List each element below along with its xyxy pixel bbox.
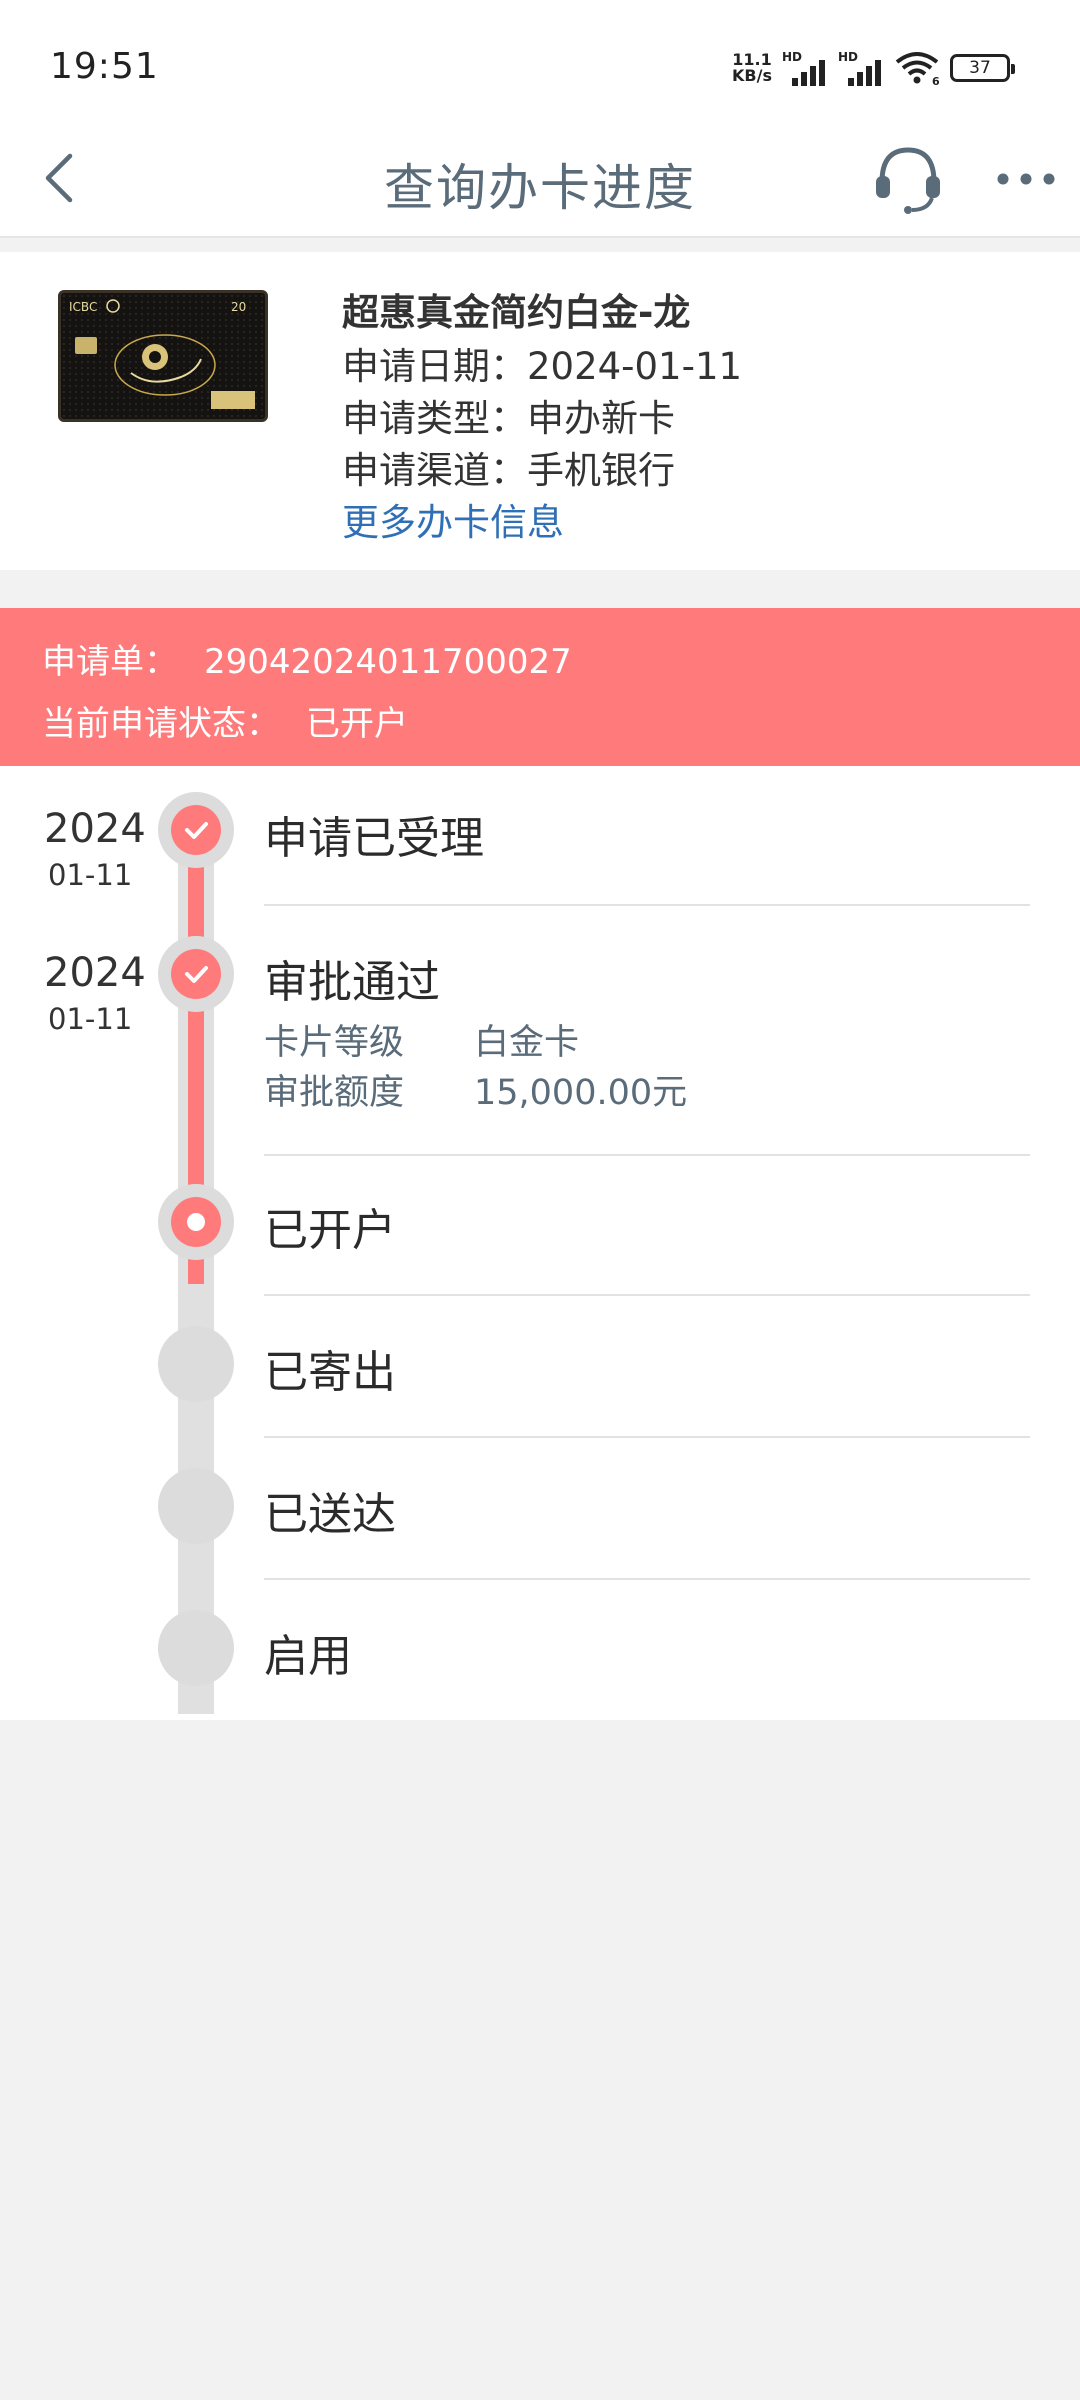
signal-icon: HD (838, 50, 884, 86)
step-year: 2024 (44, 806, 146, 852)
status-bar: 19:51 11.1 KB/s HD HD 6 37 (0, 0, 1080, 120)
detail-label: 卡片等级 (264, 1023, 405, 1063)
status-label: 当前申请状态： (42, 704, 280, 744)
status-time: 19:51 (50, 46, 159, 87)
detail-value: 15,000.00元 (474, 1073, 688, 1113)
divider (264, 904, 1030, 906)
step-title: 申请已受理 (264, 813, 484, 864)
step-title: 已送达 (264, 1489, 396, 1540)
application-type: 申请类型：申办新卡 (342, 397, 675, 440)
step-node-current (158, 1184, 234, 1260)
order-value: 29042024011700027 (204, 642, 572, 682)
progress-timeline: 2024 01-11 申请已受理 2024 01-11 审批通过 卡片等级 白金… (0, 766, 1080, 1720)
status-icons: 11.1 KB/s HD HD 6 37 (732, 48, 1015, 88)
more-icon[interactable] (996, 172, 1056, 186)
more-card-info-link[interactable]: 更多办卡信息 (342, 492, 564, 546)
application-channel: 申请渠道：手机银行 (342, 449, 675, 492)
signal-icon: HD (782, 50, 828, 86)
card-info-section: ICBC 20 超惠真金简约白金-龙 申请日期：2024-01-11 申请类型：… (0, 252, 1080, 570)
step-node-pending (158, 1326, 234, 1402)
step-title: 审批通过 (264, 957, 440, 1008)
step-title: 已开户 (264, 1205, 396, 1256)
card-image: ICBC 20 (58, 290, 268, 422)
order-number-row: 申请单： 29042024011700027 (42, 634, 572, 683)
nav-bar: 查询办卡进度 (0, 120, 1080, 238)
wifi-icon: 6 (895, 52, 940, 86)
card-name: 超惠真金简约白金-龙 (342, 291, 691, 334)
step-node-done (158, 792, 234, 868)
divider (264, 1436, 1030, 1438)
status-value: 已开户 (306, 704, 408, 744)
step-node-done (158, 936, 234, 1012)
network-speed: 11.1 KB/s (732, 50, 772, 85)
step-year: 2024 (44, 950, 146, 996)
svg-text:ICBC: ICBC (69, 300, 97, 314)
application-status-banner: 申请单： 29042024011700027 当前申请状态： 已开户 (0, 608, 1080, 766)
divider (264, 1154, 1030, 1156)
step-title: 启用 (264, 1631, 352, 1682)
headset-icon[interactable] (872, 142, 944, 214)
check-icon (185, 966, 208, 983)
svg-text:20: 20 (231, 300, 246, 314)
detail-value: 白金卡 (474, 1023, 580, 1063)
step-date: 01-11 (48, 858, 133, 892)
check-icon (185, 822, 208, 839)
step-node-pending (158, 1610, 234, 1686)
card-artwork: ICBC 20 (61, 293, 265, 419)
divider (264, 1294, 1030, 1296)
battery-icon: 37 (950, 54, 1015, 82)
status-row: 当前申请状态： 已开户 (42, 696, 408, 745)
application-date: 申请日期：2024-01-11 (342, 345, 743, 388)
svg-text:6: 6 (932, 75, 940, 86)
divider (264, 1578, 1030, 1580)
detail-label: 审批额度 (264, 1073, 405, 1113)
step-node-pending (158, 1468, 234, 1544)
step-date: 01-11 (48, 1002, 133, 1036)
step-title: 已寄出 (264, 1347, 396, 1398)
order-label: 申请单： (42, 642, 178, 682)
